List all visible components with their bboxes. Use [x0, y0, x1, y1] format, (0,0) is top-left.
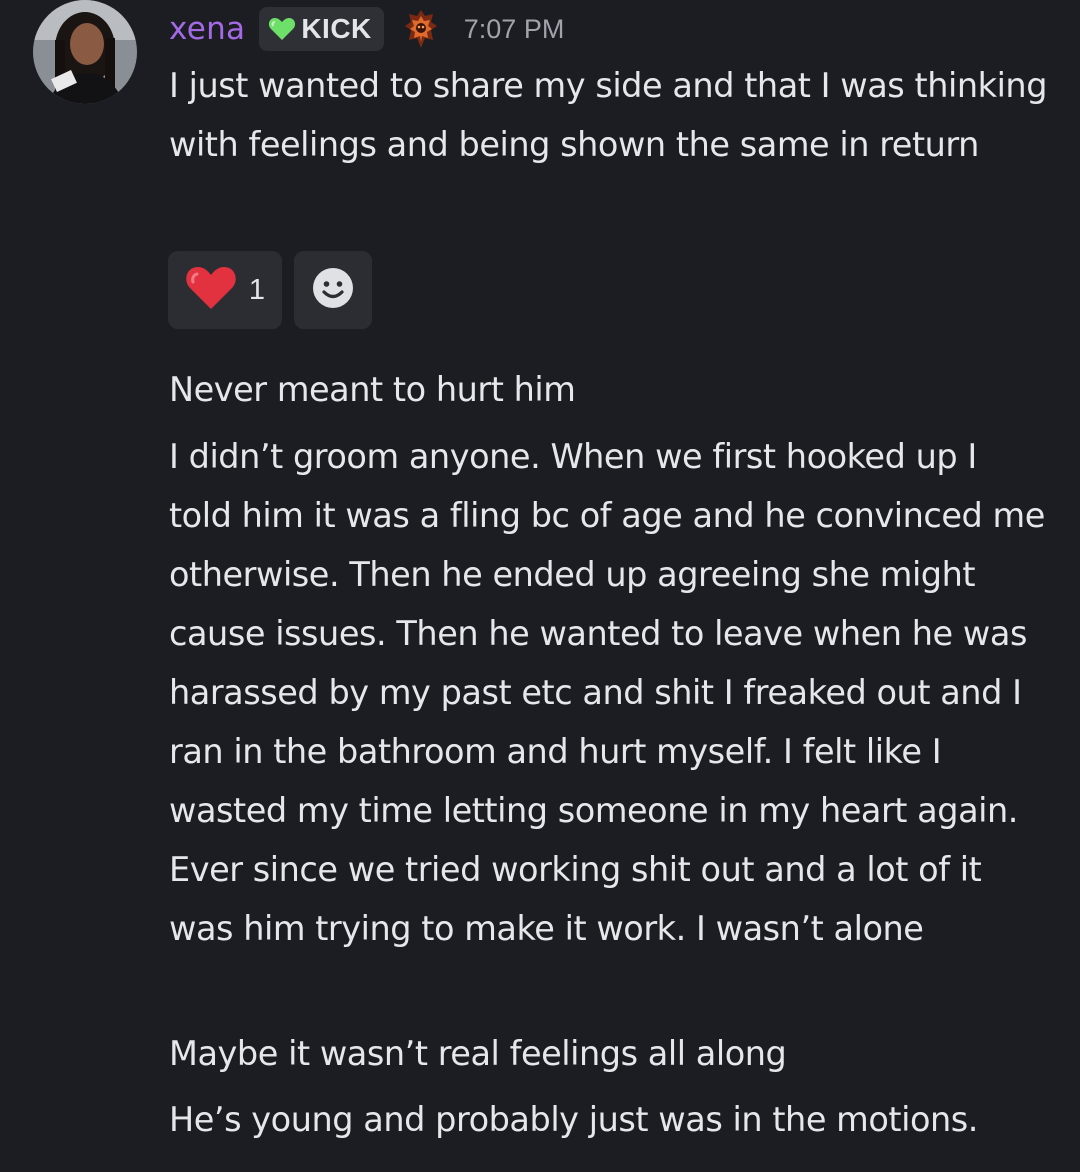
message-text-followup-1: Never meant to hurt him — [169, 370, 576, 409]
message-text-followup-2: I didn’t groom anyone. When we first hoo… — [169, 437, 1045, 948]
add-reaction-button[interactable] — [294, 251, 372, 329]
reaction-count: 1 — [248, 273, 266, 306]
green-heart-icon — [267, 16, 297, 42]
heart-reaction-button[interactable]: 1 — [168, 251, 282, 329]
message-text-followup-4: He’s young and probably just was in the … — [169, 1100, 978, 1139]
message-text-first: I just wanted to share my side and that … — [169, 66, 1048, 164]
smiley-add-reaction-icon — [311, 266, 355, 314]
reaction-bar: 1 — [168, 251, 372, 329]
role-crest-icon[interactable] — [402, 7, 440, 51]
avatar-photo-icon — [33, 0, 137, 104]
message-header: xena KICK 7:07 PM — [169, 6, 564, 52]
server-tag-badge[interactable]: KICK — [259, 7, 384, 51]
message-timestamp: 7:07 PM — [463, 13, 565, 44]
red-heart-icon — [185, 265, 237, 315]
chat-message: xena KICK 7:07 PM I just wanted to share… — [0, 0, 1080, 1172]
user-avatar[interactable] — [33, 0, 137, 104]
username[interactable]: xena — [169, 11, 245, 47]
message-text-followup-3: Maybe it wasn’t real feelings all along — [169, 1034, 787, 1073]
tag-label: KICK — [301, 13, 372, 44]
